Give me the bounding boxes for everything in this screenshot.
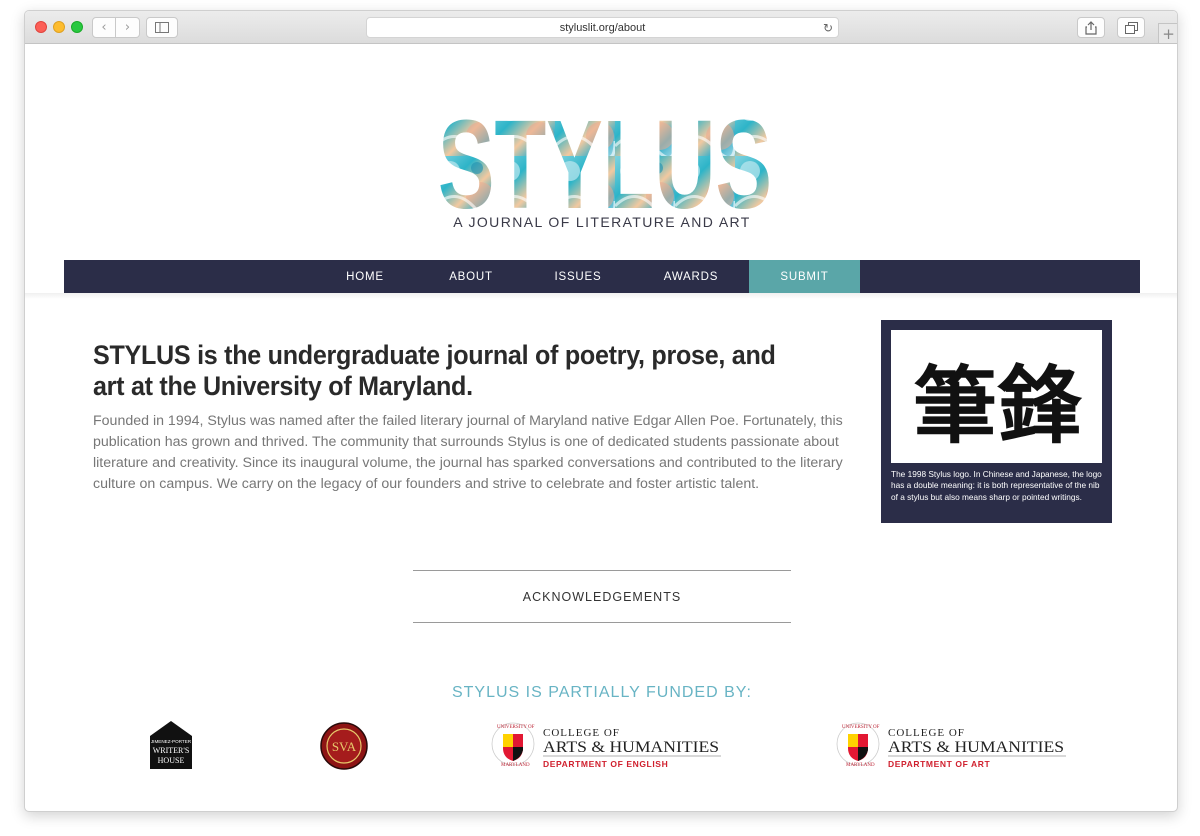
svg-text:DEPARTMENT OF ART: DEPARTMENT OF ART: [888, 759, 990, 769]
browser-window: ‹ › styluslit.org/about ↻ + STYLUS A JOU…: [24, 10, 1178, 812]
sponsor-arhu-english[interactable]: UNIVERSITY OF MARYLAND COLLEGE OF ARTS &…: [491, 720, 723, 777]
main-nav: HOME ABOUT ISSUES AWARDS SUBMIT: [64, 260, 1140, 293]
svg-text:COLLEGE OF: COLLEGE OF: [888, 727, 965, 739]
nav-divider: [25, 293, 1177, 299]
url-text: styluslit.org/about: [559, 21, 646, 34]
ack-bottom-rule: [413, 622, 791, 623]
svg-text:HOUSE: HOUSE: [158, 756, 185, 765]
svg-text:UNIVERSITY OF: UNIVERSITY OF: [842, 725, 880, 730]
chevron-left-icon: ‹: [101, 20, 107, 35]
zoom-window-button[interactable]: [71, 21, 83, 33]
svg-text:COLLEGE OF: COLLEGE OF: [543, 727, 620, 739]
reload-icon[interactable]: ↻: [823, 21, 833, 35]
svg-text:MARYLAND: MARYLAND: [501, 763, 530, 768]
svg-text:MARYLAND: MARYLAND: [846, 763, 875, 768]
sponsor-writers-house[interactable]: JIMENEZ-PORTER WRITER'S HOUSE: [149, 720, 193, 775]
nav-submit[interactable]: SUBMIT: [749, 260, 860, 293]
show-tabs-button[interactable]: [1117, 17, 1145, 38]
close-window-button[interactable]: [35, 21, 47, 33]
calligraphy-logo-text: 筆鋒: [912, 357, 1082, 455]
address-bar[interactable]: styluslit.org/about ↻: [366, 17, 839, 38]
nav-about[interactable]: ABOUT: [432, 260, 510, 293]
history-buttons: ‹ ›: [92, 17, 140, 38]
nav-home[interactable]: HOME: [326, 260, 404, 293]
share-icon: [1085, 20, 1097, 35]
svg-text:DEPARTMENT OF ENGLISH: DEPARTMENT OF ENGLISH: [543, 759, 668, 769]
svg-text:JIMENEZ-PORTER: JIMENEZ-PORTER: [151, 739, 192, 744]
sponsor-sva-seal[interactable]: SVA: [320, 722, 368, 775]
legacy-logo-card: 筆鋒 The 1998 Stylus logo. In Chinese and …: [881, 320, 1112, 523]
tagline: A JOURNAL OF LITERATURE AND ART: [453, 214, 751, 230]
minimize-window-button[interactable]: [53, 21, 65, 33]
new-tab-button[interactable]: +: [1158, 23, 1177, 44]
calligraphy-logo: 筆鋒: [912, 357, 1082, 455]
legacy-logo-image: 筆鋒: [891, 330, 1102, 463]
svg-text:ARTS & HUMANITIES: ARTS & HUMANITIES: [543, 739, 719, 756]
funding-heading: STYLUS IS PARTIALLY FUNDED BY:: [451, 684, 752, 701]
window-controls: [35, 21, 83, 33]
svg-text:WRITER'S: WRITER'S: [153, 746, 190, 755]
nav-issues[interactable]: ISSUES: [539, 260, 617, 293]
svg-text:UNIVERSITY OF: UNIVERSITY OF: [497, 725, 535, 730]
browser-toolbar: ‹ › styluslit.org/about ↻ +: [25, 11, 1177, 44]
plus-icon: +: [1162, 24, 1175, 43]
forward-button[interactable]: ›: [116, 17, 140, 38]
page-content: STYLUS A JOURNAL OF LITERATURE AND ART H…: [25, 44, 1177, 811]
sva-seal-logo: SVA: [320, 722, 368, 770]
arhu-english-logo: UNIVERSITY OF MARYLAND COLLEGE OF ARTS &…: [491, 722, 721, 769]
page-headline: STYLUS is the undergraduate journal of p…: [93, 340, 776, 401]
nav-awards[interactable]: AWARDS: [652, 260, 730, 293]
stylus-logo-text: STYLUS: [438, 96, 772, 214]
writers-house-logo: JIMENEZ-PORTER WRITER'S HOUSE: [150, 721, 192, 769]
sponsor-arhu-art[interactable]: UNIVERSITY OF MARYLAND COLLEGE OF ARTS &…: [836, 720, 1068, 777]
intro-paragraph: Founded in 1994, Stylus was named after …: [93, 413, 843, 492]
svg-text:ARTS & HUMANITIES: ARTS & HUMANITIES: [888, 739, 1064, 756]
tabs-icon: [1124, 21, 1138, 34]
share-button[interactable]: [1077, 17, 1105, 38]
acknowledgements-toggle[interactable]: ACKNOWLEDGEMENTS: [413, 571, 791, 622]
sidebar-toggle-button[interactable]: [146, 17, 178, 38]
chevron-right-icon: ›: [124, 20, 131, 35]
logo-caption: The 1998 Stylus logo. In Chinese and Jap…: [891, 469, 1102, 502]
sidebar-icon: [155, 22, 169, 33]
arhu-art-logo: UNIVERSITY OF MARYLAND COLLEGE OF ARTS &…: [836, 722, 1066, 769]
back-button[interactable]: ‹: [92, 17, 116, 38]
stylus-logo[interactable]: STYLUS: [435, 96, 775, 214]
svg-text:SVA: SVA: [332, 739, 357, 754]
